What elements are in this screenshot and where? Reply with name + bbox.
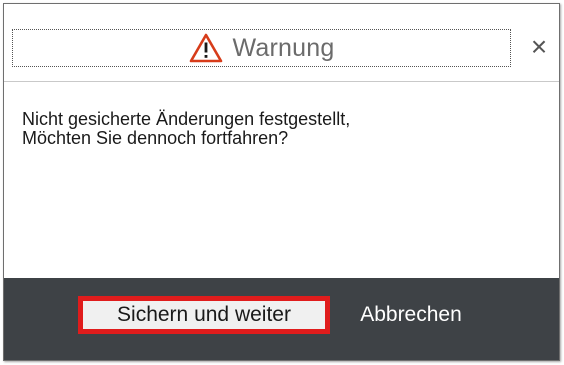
dialog-body: Nicht gesicherte Änderungen festgestellt…: [4, 83, 559, 283]
dialog-title-focus-box: Warnung: [12, 29, 511, 67]
cancel-button[interactable]: Abbrechen: [336, 296, 486, 334]
message-line-2: Möchten Sie dennoch fortfahren?: [22, 128, 289, 148]
warning-dialog: Warnung × Nicht gesicherte Änderungen fe…: [3, 3, 560, 361]
dialog-titlebar: Warnung ×: [4, 4, 559, 82]
dialog-footer: Sichern und weiter Abbrechen: [4, 278, 559, 360]
warning-triangle-icon: [189, 33, 222, 63]
save-and-continue-button[interactable]: Sichern und weiter: [78, 296, 330, 334]
message-line-1: Nicht gesicherte Änderungen festgestellt…: [22, 109, 351, 129]
close-button[interactable]: ×: [526, 31, 552, 63]
close-icon: ×: [530, 31, 548, 62]
dialog-title: Warnung: [232, 33, 335, 62]
